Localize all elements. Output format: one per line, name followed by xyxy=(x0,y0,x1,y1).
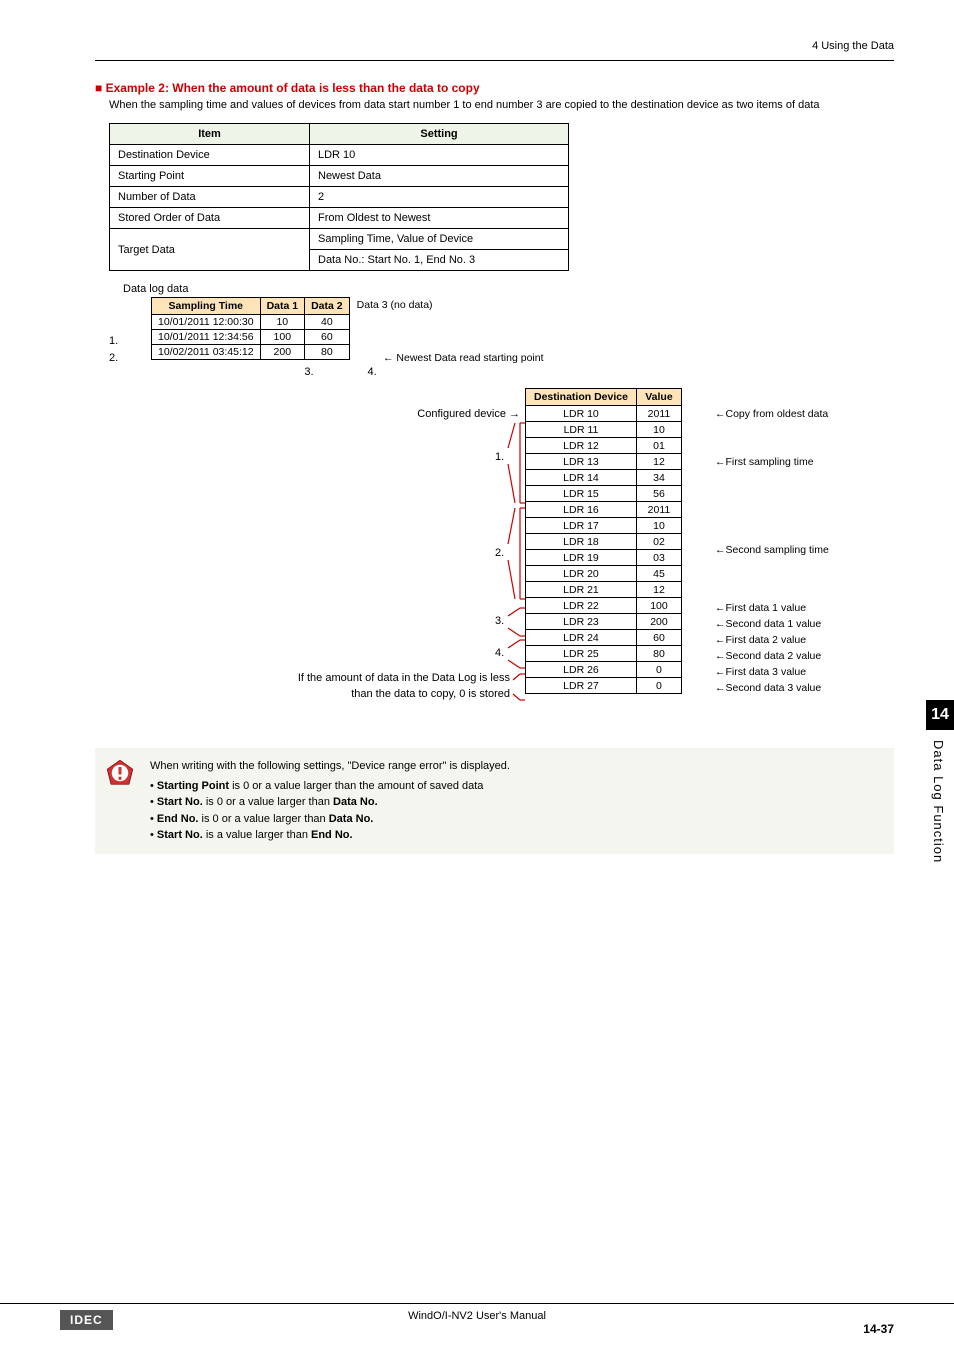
page-header: 4 Using the Data xyxy=(95,40,894,61)
table-row: 10/02/2011 03:45:1220080 xyxy=(152,345,350,360)
col-marker-4: 4. xyxy=(352,366,392,378)
footer-title: WindO/I-NV2 User's Manual xyxy=(0,1310,954,1322)
page-number: 14-37 xyxy=(863,1322,894,1336)
warning-icon xyxy=(105,758,135,788)
dest-note-3: ←First sampling time xyxy=(715,456,814,468)
table-row: LDR 2460 xyxy=(526,630,682,646)
table-row: LDR 22100 xyxy=(526,598,682,614)
dest-note-12: ←First data 1 value xyxy=(715,602,806,614)
warning-item: End No. is 0 or a value larger than Data… xyxy=(150,811,884,828)
table-row: LDR 1201 xyxy=(526,438,682,454)
table-row: LDR 2045 xyxy=(526,566,682,582)
table-row: LDR 270 xyxy=(526,678,682,694)
log-header-time: Sampling Time xyxy=(152,298,261,315)
row-marker-1: 1. xyxy=(109,335,118,347)
log-header-d2: Data 2 xyxy=(305,298,350,315)
table-row: Target DataSampling Time, Value of Devic… xyxy=(110,229,569,250)
dest-header-device: Destination Device xyxy=(526,389,637,406)
warning-box: When writing with the following settings… xyxy=(95,748,894,854)
dest-note-0: ←Copy from oldest data xyxy=(715,408,828,420)
dest-note-17: ←Second data 3 value xyxy=(715,682,821,694)
page-footer: IDEC WindO/I-NV2 User's Manual 14-37 xyxy=(0,1303,954,1322)
table-row: LDR 2112 xyxy=(526,582,682,598)
chapter-number: 14 xyxy=(926,700,954,730)
table-row: LDR 23200 xyxy=(526,614,682,630)
table-row: LDR 1710 xyxy=(526,518,682,534)
table-row: LDR 1434 xyxy=(526,470,682,486)
dest-header-value: Value xyxy=(636,389,681,406)
settings-header-item: Item xyxy=(110,124,310,145)
chapter-title: Data Log Function xyxy=(926,730,951,873)
table-row: 10/01/2011 12:00:301040 xyxy=(152,315,350,330)
dest-note-8: ←Second sampling time xyxy=(715,544,829,556)
table-row: LDR 162011 xyxy=(526,502,682,518)
log-caption: Data log data xyxy=(123,283,894,295)
log-newest-note: ← Newest Data read starting point xyxy=(383,352,544,364)
table-row: LDR 1903 xyxy=(526,550,682,566)
table-row: Number of Data2 xyxy=(110,187,569,208)
settings-table: Item Setting Destination DeviceLDR 10 St… xyxy=(109,123,569,271)
log-data-table: Sampling Time Data 1 Data 2 10/01/2011 1… xyxy=(151,297,350,360)
col-marker-3: 3. xyxy=(289,366,329,378)
brand-logo: IDEC xyxy=(60,1310,113,1330)
destination-table: Destination Device Value LDR 102011 LDR … xyxy=(525,388,682,694)
log-header-d1: Data 1 xyxy=(260,298,305,315)
dest-note-16: ←First data 3 value xyxy=(715,666,806,678)
dest-note-15: ←Second data 2 value xyxy=(715,650,821,662)
table-row: LDR 1312 xyxy=(526,454,682,470)
dest-note-14: ←First data 2 value xyxy=(715,634,806,646)
log-data3-note: Data 3 (no data) xyxy=(357,299,433,311)
table-row: LDR 2580 xyxy=(526,646,682,662)
warning-item: Starting Point is 0 or a value larger th… xyxy=(150,778,884,795)
warning-item: Start No. is a value larger than End No. xyxy=(150,827,884,844)
table-row: LDR 1802 xyxy=(526,534,682,550)
example-desc: When the sampling time and values of dev… xyxy=(109,98,894,113)
table-row: Starting PointNewest Data xyxy=(110,166,569,187)
dest-note-13: ←Second data 1 value xyxy=(715,618,821,630)
row-marker-2: 2. xyxy=(109,352,118,364)
table-row: LDR 260 xyxy=(526,662,682,678)
warning-lead: When writing with the following settings… xyxy=(150,758,884,775)
table-row: Stored Order of DataFrom Oldest to Newes… xyxy=(110,208,569,229)
table-row: LDR 1110 xyxy=(526,422,682,438)
table-row: 10/01/2011 12:34:5610060 xyxy=(152,330,350,345)
bracket-diagram xyxy=(95,388,525,718)
table-row: Destination DeviceLDR 10 xyxy=(110,145,569,166)
settings-header-setting: Setting xyxy=(310,124,569,145)
table-row: LDR 1556 xyxy=(526,486,682,502)
warning-item: Start No. is 0 or a value larger than Da… xyxy=(150,794,884,811)
table-row: LDR 102011 xyxy=(526,406,682,422)
side-tab: 14 Data Log Function xyxy=(926,700,954,873)
example-title: ■ Example 2: When the amount of data is … xyxy=(95,81,894,95)
